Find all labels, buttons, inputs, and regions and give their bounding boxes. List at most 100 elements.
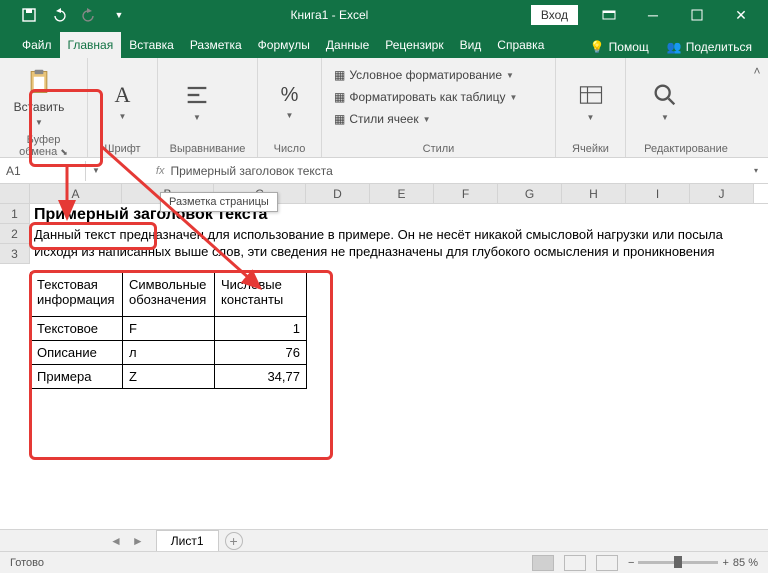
table-cell[interactable]: Примера bbox=[31, 365, 123, 389]
tab-file[interactable]: Файл bbox=[14, 32, 60, 58]
column-headers: A B C D E F G H I J bbox=[0, 184, 768, 204]
tab-review[interactable]: Рецензирк bbox=[377, 32, 451, 58]
zoom-out-button[interactable]: − bbox=[628, 557, 634, 569]
collapse-ribbon-icon[interactable]: ˄ bbox=[753, 64, 760, 78]
col-header[interactable]: I bbox=[626, 184, 690, 203]
col-header[interactable]: J bbox=[690, 184, 754, 203]
tab-data[interactable]: Данные bbox=[318, 32, 377, 58]
tab-layout[interactable]: Разметка bbox=[182, 32, 250, 58]
normal-view-button[interactable] bbox=[532, 555, 554, 571]
cells-group-button[interactable]: ▼ bbox=[564, 67, 617, 137]
select-all-corner[interactable] bbox=[0, 184, 30, 203]
status-bar: Готово − + 85 % bbox=[0, 551, 768, 573]
cell-styles-button[interactable]: ▦Стили ячеек▼ bbox=[330, 110, 435, 128]
tell-me-button[interactable]: 💡Помощ bbox=[584, 36, 655, 58]
name-box[interactable]: A1 bbox=[0, 161, 86, 181]
tab-help[interactable]: Справка bbox=[489, 32, 552, 58]
table-header[interactable]: Символьные обозначения bbox=[123, 273, 215, 317]
sheet-nav-prev-icon[interactable]: ◄ bbox=[110, 534, 122, 548]
tab-home[interactable]: Главная bbox=[60, 32, 122, 58]
styles-group-label: Стили bbox=[330, 141, 547, 155]
maximize-button[interactable] bbox=[676, 1, 718, 29]
table-header[interactable]: Числовые константы bbox=[215, 273, 307, 317]
formula-bar-row: A1 ▼ fx Примерный заголовок текста ▾ bbox=[0, 158, 768, 184]
bulb-icon: 💡 bbox=[590, 40, 605, 54]
font-icon: A bbox=[115, 82, 131, 108]
row-headers: 1 2 3 bbox=[0, 204, 30, 264]
cell-text[interactable]: Данный текст предназначен для использова… bbox=[30, 226, 727, 243]
clipboard-group-label: Буфер обмена ⬊ bbox=[8, 132, 79, 158]
col-header[interactable]: H bbox=[562, 184, 626, 203]
tab-insert[interactable]: Вставка bbox=[121, 32, 182, 58]
font-group-label: Шрифт bbox=[96, 141, 149, 155]
search-icon bbox=[651, 81, 679, 109]
expand-formula-icon[interactable]: ▾ bbox=[754, 166, 758, 175]
format-as-table-button[interactable]: ▦Форматировать как таблицу▼ bbox=[330, 88, 521, 106]
table-cell[interactable]: л bbox=[123, 341, 215, 365]
ribbon: Вставить ▼ Буфер обмена ⬊ A▼ Шрифт ▼ Выр… bbox=[0, 58, 768, 158]
paste-label: Вставить bbox=[14, 100, 65, 114]
row-header[interactable]: 2 bbox=[0, 224, 30, 244]
namebox-dropdown-icon[interactable]: ▼ bbox=[92, 166, 100, 175]
worksheet[interactable]: A B C D E F G H I J 1 2 3 Примерный заго… bbox=[0, 184, 768, 514]
col-header[interactable]: G bbox=[498, 184, 562, 203]
page-layout-view-button[interactable] bbox=[564, 555, 586, 571]
signin-button[interactable]: Вход bbox=[531, 5, 578, 25]
cell-text[interactable]: Исходя из написанных выше слов, эти свед… bbox=[30, 243, 727, 260]
zoom-slider[interactable] bbox=[638, 561, 718, 564]
ribbon-display-icon[interactable] bbox=[588, 1, 630, 29]
table-cell[interactable]: F bbox=[123, 317, 215, 341]
page-break-view-button[interactable] bbox=[596, 555, 618, 571]
editing-group-button[interactable]: ▼ bbox=[634, 67, 696, 137]
table-cell[interactable]: 76 bbox=[215, 341, 307, 365]
sheet-tab[interactable]: Лист1 bbox=[156, 530, 219, 551]
share-button[interactable]: 👥Поделиться bbox=[661, 36, 758, 58]
window-title: Книга1 - Excel bbox=[128, 8, 531, 22]
cells-area[interactable]: Примерный заголовок текста Данный текст … bbox=[30, 204, 768, 264]
tab-formulas[interactable]: Формулы bbox=[250, 32, 318, 58]
sheet-nav-next-icon[interactable]: ► bbox=[132, 534, 144, 548]
table-cell[interactable]: 1 bbox=[215, 317, 307, 341]
sheet-tabs-bar: ◄ ► Лист1 + bbox=[0, 529, 768, 551]
editing-group-label: Редактирование bbox=[634, 141, 738, 155]
close-button[interactable]: ✕ bbox=[720, 1, 762, 29]
alignment-group-label: Выравнивание bbox=[166, 141, 249, 155]
formula-bar[interactable]: Примерный заголовок текста bbox=[170, 164, 748, 178]
cells-group-label: Ячейки bbox=[564, 141, 617, 155]
cond-fmt-icon: ▦ bbox=[334, 68, 345, 82]
fx-icon[interactable]: fx bbox=[156, 165, 165, 177]
col-header[interactable]: F bbox=[434, 184, 498, 203]
qa-customize-icon[interactable]: ▼ bbox=[110, 6, 128, 24]
add-sheet-button[interactable]: + bbox=[225, 532, 243, 550]
zoom-level[interactable]: 85 % bbox=[733, 557, 758, 569]
cells-icon bbox=[577, 81, 605, 109]
conditional-formatting-button[interactable]: ▦Условное форматирование▼ bbox=[330, 66, 518, 84]
redo-icon[interactable] bbox=[80, 6, 98, 24]
col-header[interactable]: E bbox=[370, 184, 434, 203]
undo-icon[interactable] bbox=[50, 6, 68, 24]
col-header[interactable]: D bbox=[306, 184, 370, 203]
align-icon bbox=[183, 81, 211, 109]
table-header[interactable]: Текстовая информация bbox=[31, 273, 123, 317]
table-cell[interactable]: Описание bbox=[31, 341, 123, 365]
row-header[interactable]: 1 bbox=[0, 204, 30, 224]
number-group-button[interactable]: %▼ bbox=[266, 67, 313, 137]
tooltip: Разметка страницы bbox=[160, 192, 278, 212]
table-icon: ▦ bbox=[334, 90, 345, 104]
table-cell[interactable]: 34,77 bbox=[215, 365, 307, 389]
save-icon[interactable] bbox=[20, 6, 38, 24]
col-header[interactable]: A bbox=[30, 184, 122, 203]
row-header[interactable]: 3 bbox=[0, 244, 30, 264]
table-cell[interactable]: Текстовое bbox=[31, 317, 123, 341]
font-group-button[interactable]: A▼ bbox=[96, 67, 149, 137]
status-text: Готово bbox=[10, 557, 44, 569]
tab-view[interactable]: Вид bbox=[452, 32, 490, 58]
minimize-button[interactable]: ─ bbox=[632, 1, 674, 29]
styles-icon: ▦ bbox=[334, 112, 345, 126]
alignment-group-button[interactable]: ▼ bbox=[166, 67, 228, 137]
data-table: Текстовая информация Символьные обозначе… bbox=[30, 272, 307, 389]
cell-heading[interactable]: Примерный заголовок текста bbox=[30, 204, 727, 226]
paste-button[interactable]: Вставить ▼ bbox=[8, 62, 70, 132]
zoom-in-button[interactable]: + bbox=[722, 557, 728, 569]
table-cell[interactable]: Z bbox=[123, 365, 215, 389]
